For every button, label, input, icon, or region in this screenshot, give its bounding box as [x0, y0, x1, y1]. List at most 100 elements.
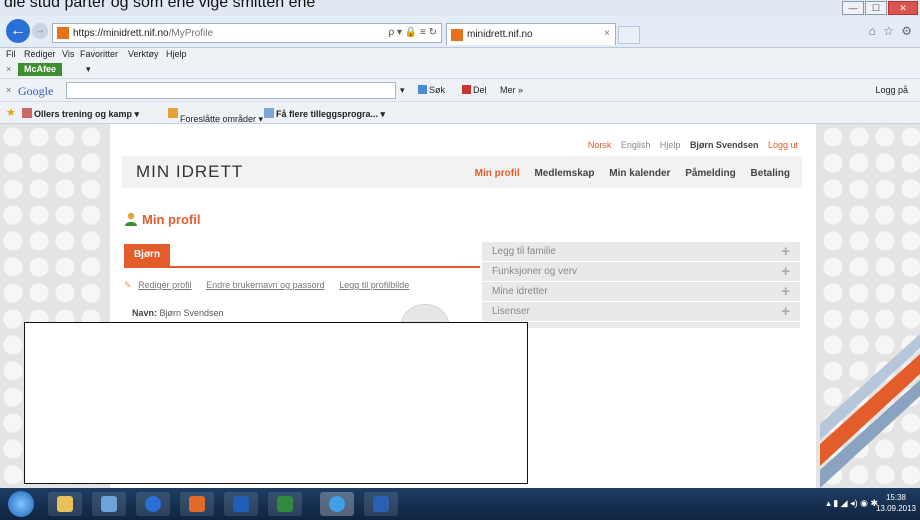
window-title-strip: dle stud parter og som ehe vige smitten …	[0, 0, 920, 16]
side-item-sports[interactable]: Mine idretter +	[482, 282, 800, 302]
system-tray-icons[interactable]: ▴ ▮ ◢ ◂) ◉ ✱	[826, 498, 878, 509]
side-item-functions[interactable]: Funksjoner og verv +	[482, 262, 800, 282]
folder-icon	[57, 496, 73, 512]
site-header: MIN IDRETT Min profil Medlemskap Min kal…	[122, 156, 802, 188]
close-button[interactable]: ✕	[888, 1, 918, 15]
menu-help[interactable]: Hjelp	[166, 49, 187, 59]
url-host: https://minidrett.nif.no	[73, 27, 169, 39]
side-item-licenses[interactable]: Lisenser +	[482, 302, 800, 322]
app-icon	[189, 496, 205, 512]
outlook-icon	[233, 496, 249, 512]
word-icon	[373, 496, 389, 512]
search-icon	[418, 85, 427, 94]
mcafee-button[interactable]: McAfee	[18, 63, 63, 76]
logout-link[interactable]: Logg ut	[768, 140, 798, 150]
caption-text: dle stud parter og som ehe vige smitten …	[4, 0, 316, 11]
side-panel: Legg til familie + Funksjoner og verv + Mi…	[482, 242, 800, 328]
menu-view[interactable]: Vis	[62, 49, 74, 59]
edit-profile-link[interactable]: Redigér profil	[138, 280, 192, 290]
taskbar-app-3[interactable]	[136, 492, 170, 516]
page-title-text: Min profil	[142, 212, 201, 227]
mcafee-caret-icon[interactable]: ▾	[86, 64, 91, 75]
google-search-input[interactable]	[66, 82, 396, 99]
google-share-button[interactable]: Del	[462, 85, 487, 95]
new-tab-button[interactable]	[618, 26, 640, 44]
menu-edit[interactable]: Rediger	[24, 49, 56, 59]
clock[interactable]: 15:38 13.09.2013	[876, 492, 916, 514]
lang-english-link[interactable]: English	[621, 140, 651, 150]
side-item-label: Mine idretter	[492, 286, 548, 297]
taskbar-word[interactable]	[364, 492, 398, 516]
fav-suggested[interactable]: Foreslåtte områder ▾	[168, 108, 263, 124]
taskbar-ie[interactable]	[320, 492, 354, 516]
plus-icon[interactable]: +	[781, 242, 790, 262]
mcafee-close-icon[interactable]: ×	[6, 64, 11, 74]
clock-time: 15:38	[885, 493, 906, 502]
pencil-icon: ✎	[124, 280, 132, 290]
help-link[interactable]: Hjelp	[660, 140, 681, 150]
user-name-link[interactable]: Bjørn Svendsen	[690, 140, 759, 150]
address-bar[interactable]: https://minidrett.nif.no /MyProfile ρ ▾ …	[52, 23, 442, 43]
window-controls: — ☐ ✕	[842, 1, 918, 15]
nav-pamelding[interactable]: Påmelding	[685, 168, 736, 179]
side-item-label: Funksjoner og verv	[492, 266, 578, 277]
google-caret-icon[interactable]: ▾	[400, 85, 405, 96]
google-share-label: Del	[473, 85, 487, 95]
excel-icon	[277, 496, 293, 512]
tab-title: minidrett.nif.no	[467, 29, 533, 40]
taskbar-explorer[interactable]	[48, 492, 82, 516]
fav-addons[interactable]: Få flere tilleggsprogra... ▾	[264, 108, 385, 120]
google-toolbar: × Google ▾ Søk Del Mer » Logg på	[0, 78, 920, 102]
back-button[interactable]: ←	[6, 19, 30, 43]
change-credentials-link[interactable]: Endre brukernavn og passord	[206, 280, 325, 290]
name-row: Navn: Bjørn Svendsen	[132, 308, 224, 318]
favorites-bar: ★ Ollers trening og kamp ▾ Foreslåtte om…	[0, 102, 920, 124]
menu-tools[interactable]: Verktøy	[128, 49, 159, 59]
add-profile-picture-link[interactable]: Legg til profilbilde	[339, 280, 409, 290]
nav-min-profil[interactable]: Min profil	[475, 168, 520, 179]
nav-betaling[interactable]: Betaling	[751, 168, 790, 179]
site-logo[interactable]: MIN IDRETT	[136, 162, 243, 182]
google-more-button[interactable]: Mer »	[500, 85, 523, 95]
address-tools-icons[interactable]: ρ ▾ 🔒 ≡ ↻	[389, 27, 438, 38]
side-item-add-family[interactable]: Legg til familie +	[482, 242, 800, 262]
maximize-button[interactable]: ☐	[865, 1, 887, 15]
start-button[interactable]	[8, 491, 34, 517]
taskbar-app-4[interactable]	[180, 492, 214, 516]
google-search-button[interactable]: Søk	[418, 85, 445, 95]
page-title: Min profil	[124, 212, 201, 227]
minimize-button[interactable]: —	[842, 1, 864, 15]
tab-underline	[124, 266, 480, 268]
plus-icon[interactable]: +	[781, 302, 790, 322]
side-item-label: Lisenser	[492, 306, 530, 317]
menu-favorites[interactable]: Favoritter	[80, 49, 118, 59]
forward-button[interactable]: →	[32, 23, 48, 39]
nav-medlemskap[interactable]: Medlemskap	[534, 168, 594, 179]
menu-bar: Fil Rediger Vis Favoritter Verktøy Hjelp	[0, 48, 920, 62]
taskbar-excel[interactable]	[268, 492, 302, 516]
redaction-box	[24, 322, 528, 484]
name-label: Navn:	[132, 308, 158, 318]
person-tab[interactable]: Bjørn	[124, 244, 170, 266]
lang-norsk-link[interactable]: Norsk	[588, 140, 612, 150]
taskbar: ▴ ▮ ◢ ◂) ◉ ✱ 15:38 13.09.2013	[0, 488, 920, 520]
tab-favicon-icon	[451, 28, 463, 41]
tab-close-icon[interactable]: ×	[604, 28, 610, 39]
plus-icon[interactable]: +	[781, 262, 790, 282]
google-close-icon[interactable]: ×	[6, 85, 11, 95]
favorites-star-icon[interactable]: ★	[6, 106, 16, 119]
browser-nav-bar: ← → https://minidrett.nif.no /MyProfile …	[0, 16, 920, 48]
mcafee-toolbar: × McAfee ▾	[0, 62, 920, 78]
main-nav: Min profil Medlemskap Min kalender Påmel…	[475, 168, 802, 179]
taskbar-outlook[interactable]	[224, 492, 258, 516]
fav-ollers[interactable]: Ollers trening og kamp ▾	[22, 108, 139, 120]
google-login-link[interactable]: Logg på	[875, 85, 908, 95]
side-item-label: Legg til familie	[492, 246, 556, 257]
plus-icon[interactable]: +	[781, 282, 790, 302]
browser-tab[interactable]: minidrett.nif.no ×	[446, 23, 616, 45]
media-icon	[145, 496, 161, 512]
menu-file[interactable]: Fil	[6, 49, 16, 59]
nav-min-kalender[interactable]: Min kalender	[609, 168, 670, 179]
taskbar-app-2[interactable]	[92, 492, 126, 516]
browser-tools-icons[interactable]: ⌂ ☆ ⚙	[869, 24, 914, 38]
